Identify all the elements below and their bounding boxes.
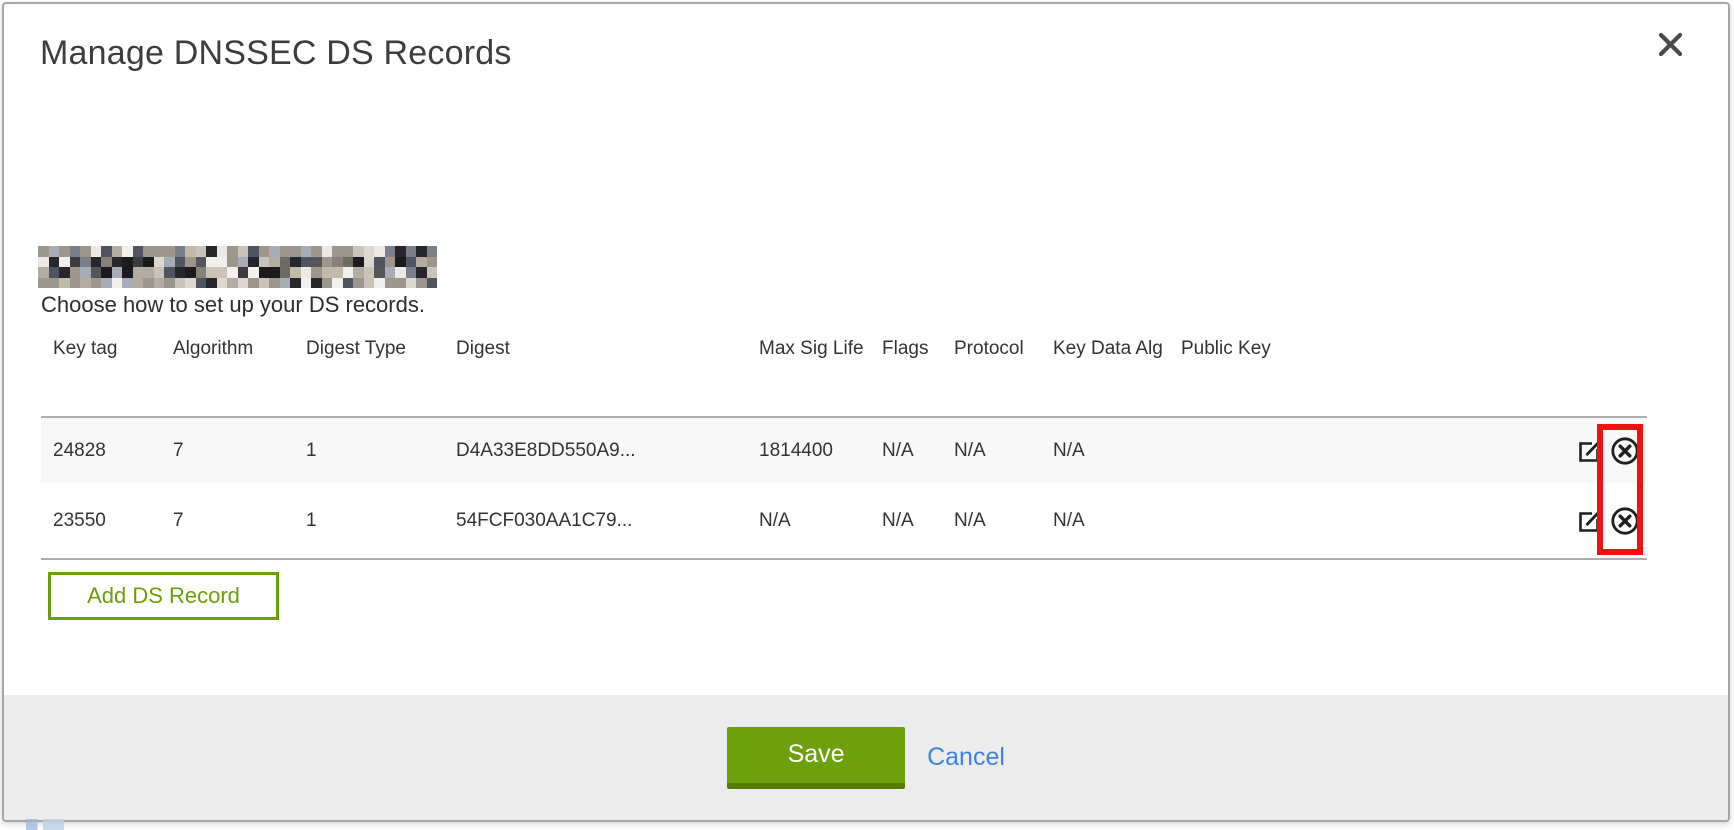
instruction-text: Choose how to set up your DS records. — [41, 292, 425, 318]
cell-key-tag: 23550 — [41, 483, 161, 559]
column-header-digest: Digest — [444, 338, 747, 417]
cell-key-tag: 24828 — [41, 417, 161, 483]
cell-protocol: N/A — [942, 417, 1041, 483]
edit-record-button[interactable] — [1576, 437, 1603, 464]
ds-records-table: Key tag Algorithm Digest Type Digest Max… — [41, 338, 1647, 560]
column-header-max-sig-life: Max Sig Life — [747, 338, 870, 417]
redacted-domain-name — [38, 246, 437, 288]
column-header-algorithm: Algorithm — [161, 338, 294, 417]
column-header-actions — [1410, 338, 1647, 417]
cancel-link[interactable]: Cancel — [927, 743, 1005, 772]
cell-digest-type: 1 — [294, 483, 444, 559]
cell-public-key — [1169, 483, 1410, 559]
cell-max-sig-life: N/A — [747, 483, 870, 559]
close-x-icon — [1657, 31, 1684, 58]
delete-record-button[interactable] — [1610, 506, 1640, 536]
delete-circle-x-icon — [1610, 506, 1640, 536]
column-header-key-tag: Key tag — [41, 338, 161, 417]
cell-digest-type: 1 — [294, 417, 444, 483]
cell-flags: N/A — [870, 483, 942, 559]
cell-public-key — [1169, 417, 1410, 483]
background-page-artifact — [26, 819, 64, 830]
manage-dnssec-ds-records-modal: Manage DNSSEC DS Records Choose how to s… — [2, 2, 1730, 822]
cell-key-data-alg: N/A — [1041, 417, 1169, 483]
page-title: Manage DNSSEC DS Records — [40, 34, 512, 73]
edit-record-button[interactable] — [1576, 507, 1603, 534]
cell-digest: 54FCF030AA1C79... — [444, 483, 747, 559]
cell-actions — [1410, 417, 1647, 483]
column-header-public-key: Public Key — [1169, 338, 1410, 417]
edit-pencil-icon — [1576, 507, 1603, 534]
cell-flags: N/A — [870, 417, 942, 483]
delete-record-button[interactable] — [1610, 436, 1640, 466]
ds-record-row: 24828 7 1 D4A33E8DD550A9... 1814400 N/A … — [41, 417, 1647, 483]
close-button[interactable] — [1654, 28, 1686, 60]
edit-pencil-icon — [1576, 437, 1603, 464]
delete-circle-x-icon — [1610, 436, 1640, 466]
column-header-key-data-alg: Key Data Alg — [1041, 338, 1169, 417]
cell-max-sig-life: 1814400 — [747, 417, 870, 483]
column-header-flags: Flags — [870, 338, 942, 417]
cell-protocol: N/A — [942, 483, 1041, 559]
ds-record-row: 23550 7 1 54FCF030AA1C79... N/A N/A N/A … — [41, 483, 1647, 559]
table-header-row: Key tag Algorithm Digest Type Digest Max… — [41, 338, 1647, 417]
column-header-protocol: Protocol — [942, 338, 1041, 417]
cell-actions — [1410, 483, 1647, 559]
add-ds-record-button[interactable]: Add DS Record — [48, 572, 279, 620]
column-header-digest-type: Digest Type — [294, 338, 444, 417]
cell-key-data-alg: N/A — [1041, 483, 1169, 559]
cell-algorithm: 7 — [161, 417, 294, 483]
save-button[interactable]: Save — [727, 727, 905, 789]
cell-digest: D4A33E8DD550A9... — [444, 417, 747, 483]
modal-footer: Save Cancel — [4, 695, 1728, 820]
cell-algorithm: 7 — [161, 483, 294, 559]
